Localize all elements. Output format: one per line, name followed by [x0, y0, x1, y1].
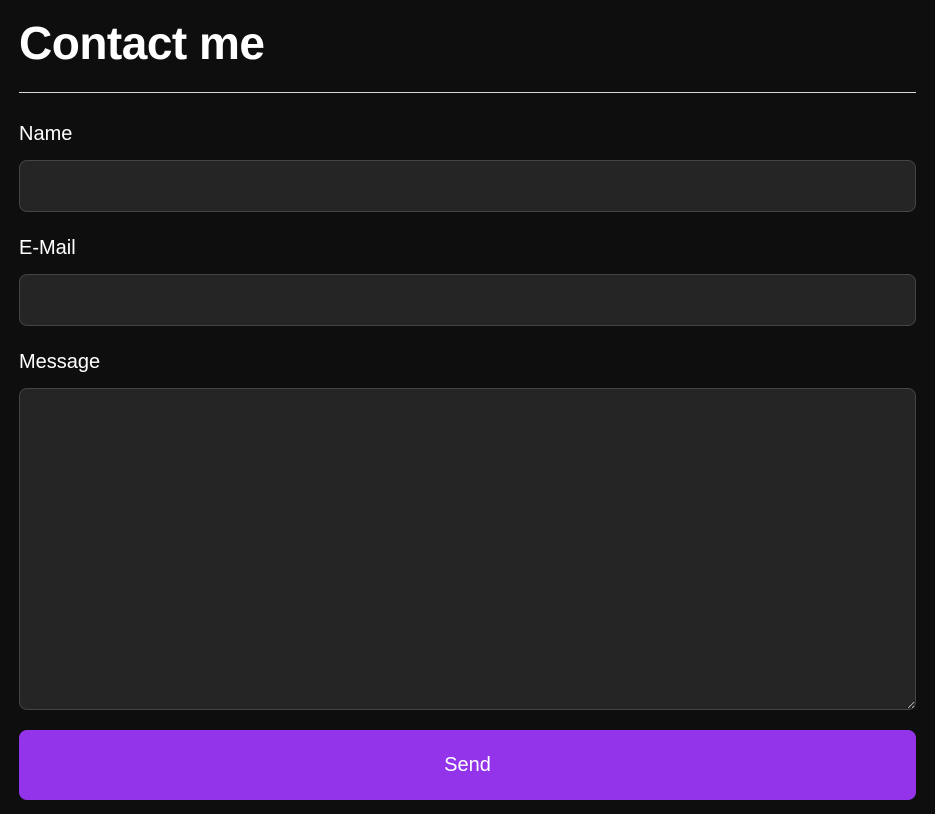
send-button[interactable]: Send [19, 730, 916, 800]
contact-form: Name E-Mail Message Send [19, 122, 916, 800]
message-label: Message [19, 351, 101, 373]
name-label: Name [19, 123, 73, 145]
contact-page: Contact me Name E-Mail Message Send [0, 0, 935, 814]
title-divider [19, 92, 916, 93]
name-input[interactable] [19, 160, 916, 212]
email-label: E-Mail [19, 237, 76, 259]
page-title: Contact me [19, 17, 265, 69]
email-input[interactable] [19, 274, 916, 326]
message-textarea[interactable] [19, 388, 916, 710]
